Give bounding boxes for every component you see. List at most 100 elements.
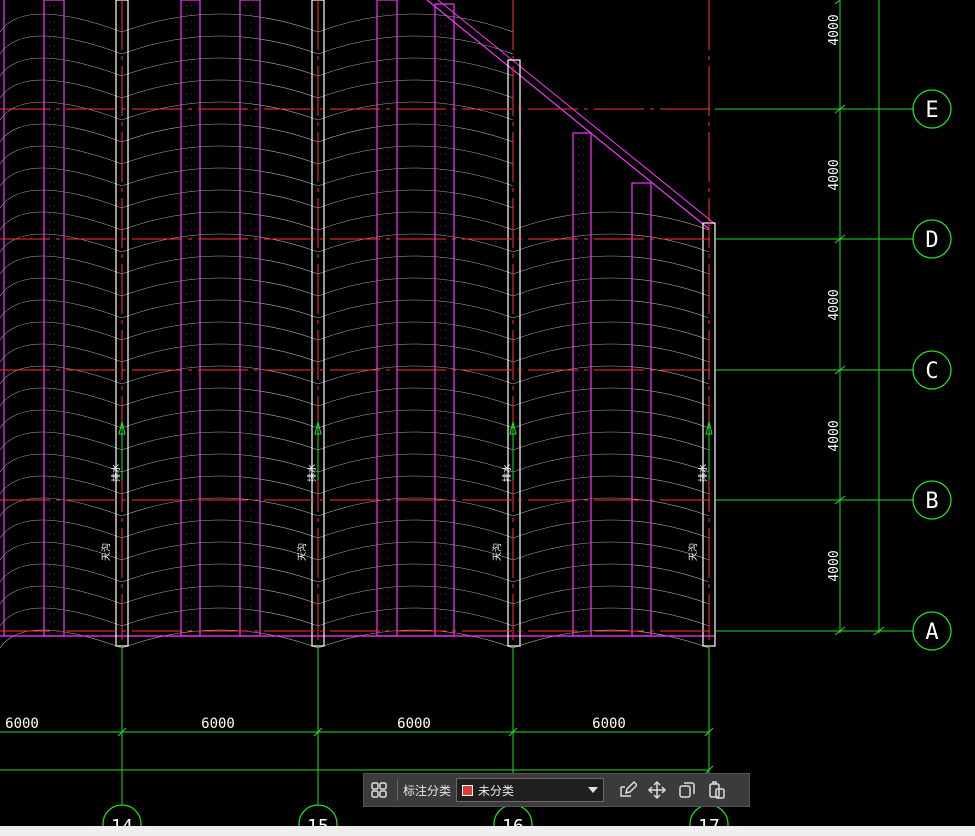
grid-bubble-label: 14 [111,816,133,826]
grid-bubble-label: 17 [698,816,720,826]
toolbar-divider [397,779,398,801]
labels-layer: 4000 4000 4000 4000 4000 6000 6000 6000 6000 排水天沟… [5,14,842,732]
roof-curve [317,167,514,187]
chevron-down-icon [588,787,599,793]
roof-curve [121,387,319,407]
roof-curve [317,607,514,627]
diagonal-edge [437,0,716,225]
roof-curve [317,365,514,385]
paste-icon[interactable] [702,776,732,804]
dimension-text-vertical: 4000 [827,159,842,190]
roof-curve [0,211,123,231]
roof-curve [512,431,710,451]
grid-bubble-label: B [925,489,938,514]
purlin-member [572,132,592,637]
grid-select-icon[interactable] [364,776,394,804]
roof-curve [121,79,319,99]
roof-curve [121,167,319,187]
grid-bubble-label: D [925,228,938,253]
roof-curve [512,277,710,297]
purlin-member [631,182,652,637]
roof-curve [317,79,514,99]
roof-curve [317,189,514,209]
roof-curve [512,519,710,539]
roof-curve [0,607,123,627]
roof-curve [0,167,123,187]
move-icon[interactable] [642,776,672,804]
roof-curve [0,145,123,165]
roof-curve [121,57,319,77]
roof-curve [0,35,123,55]
grid-bubble-label: C [925,359,938,384]
purlin-member [180,0,201,637]
beam-tag-drain: 排水 [697,464,709,482]
roof-curve [512,629,710,649]
roof-curve [317,101,514,121]
dimension-text-horizontal: 6000 [201,716,235,732]
roof-curve [0,453,123,473]
category-select[interactable]: 未分类 [456,778,605,802]
roof-curve [0,13,123,33]
roof-curve [121,145,319,165]
roof-curve [121,211,319,231]
roof-curve [317,563,514,583]
roof-curve [317,13,514,33]
roof-curve [317,299,514,319]
roof-curve [317,431,514,451]
roof-curve [317,387,514,407]
roof-curve [317,57,514,77]
roof-curve [0,189,123,209]
roof-curve [0,343,123,363]
beam-tag-drain: 排水 [501,464,513,482]
roof-curve [121,563,319,583]
roof-curve [0,387,123,407]
roof-curve [512,475,710,495]
beam-tag-gutter: 天沟 [687,543,699,561]
roof-curve [121,431,319,451]
category-color-swatch [462,784,474,796]
roof-curve [0,365,123,385]
beam-tag-gutter: 天沟 [296,543,308,561]
dimension-text-horizontal: 6000 [397,716,431,732]
dimension-text-vertical: 4000 [827,550,842,581]
roof-curve [0,57,123,77]
roof-curve [512,563,710,583]
dimension-text-vertical: 4000 [827,420,842,451]
roof-curve [317,145,514,165]
beam-tag-gutter: 天沟 [491,543,503,561]
roof-curve [121,123,319,143]
beam-tag-drain: 排水 [306,464,318,482]
roof-curve [317,233,514,253]
roof-curve [512,233,710,253]
beam-tag-gutter: 天沟 [100,543,112,561]
dimension-text-horizontal: 6000 [5,716,39,732]
roof-curve [0,277,123,297]
purlin-member [434,3,455,637]
roof-curve [317,585,514,605]
roof-curve [0,629,123,649]
roof-curve [317,123,514,143]
edit-icon[interactable] [612,776,642,804]
roof-curve [121,233,319,253]
roof-curve [317,409,514,429]
roof-curve [121,277,319,297]
roof-curve [121,365,319,385]
roof-curve [512,409,710,429]
roof-curve [0,519,123,539]
roof-curve [121,299,319,319]
roof-curve [317,277,514,297]
roof-curve [317,541,514,561]
roof-curve [317,35,514,55]
roof-curve [512,607,710,627]
roof-curve [512,255,710,275]
copy-icon[interactable] [672,776,702,804]
roof-curve [0,431,123,451]
grid-bubble-label: E [925,98,938,123]
roof-curve [317,211,514,231]
roof-curve [121,321,319,341]
roof-curve [512,299,710,319]
roof-curve [121,13,319,33]
category-label: 标注分类 [403,783,452,798]
cad-canvas[interactable]: E D C B A 14 15 16 17 4000 4000 4000 4000 4000 6000 60… [0,0,975,826]
roof-curve [121,101,319,121]
